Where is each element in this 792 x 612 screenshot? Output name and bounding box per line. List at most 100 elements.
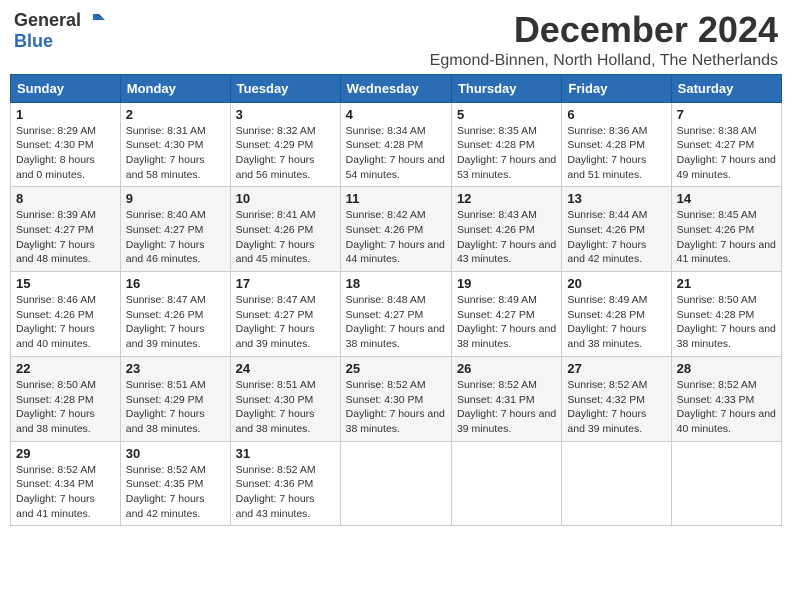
day-number: 20 xyxy=(567,276,665,291)
logo-bird-icon xyxy=(83,10,105,32)
calendar-cell: 19 Sunrise: 8:49 AM Sunset: 4:27 PM Dayl… xyxy=(451,272,561,357)
calendar-week-1: 1 Sunrise: 8:29 AM Sunset: 4:30 PM Dayli… xyxy=(11,102,782,187)
calendar-cell: 9 Sunrise: 8:40 AM Sunset: 4:27 PM Dayli… xyxy=(120,187,230,272)
subtitle: Egmond-Binnen, North Holland, The Nether… xyxy=(430,52,778,70)
day-header-thursday: Thursday xyxy=(451,74,561,102)
day-number: 2 xyxy=(126,107,225,122)
day-number: 4 xyxy=(346,107,446,122)
calendar-cell: 23 Sunrise: 8:51 AM Sunset: 4:29 PM Dayl… xyxy=(120,356,230,441)
calendar-cell: 30 Sunrise: 8:52 AM Sunset: 4:35 PM Dayl… xyxy=(120,441,230,526)
calendar-cell: 22 Sunrise: 8:50 AM Sunset: 4:28 PM Dayl… xyxy=(11,356,121,441)
calendar-week-5: 29 Sunrise: 8:52 AM Sunset: 4:34 PM Dayl… xyxy=(11,441,782,526)
logo: General Blue xyxy=(14,10,105,52)
day-info: Sunrise: 8:31 AM Sunset: 4:30 PM Dayligh… xyxy=(126,124,225,183)
day-info: Sunrise: 8:38 AM Sunset: 4:27 PM Dayligh… xyxy=(677,124,776,183)
day-number: 25 xyxy=(346,361,446,376)
day-info: Sunrise: 8:46 AM Sunset: 4:26 PM Dayligh… xyxy=(16,293,115,352)
day-info: Sunrise: 8:41 AM Sunset: 4:26 PM Dayligh… xyxy=(236,208,335,267)
day-number: 12 xyxy=(457,191,556,206)
calendar-cell: 7 Sunrise: 8:38 AM Sunset: 4:27 PM Dayli… xyxy=(671,102,781,187)
calendar-cell: 25 Sunrise: 8:52 AM Sunset: 4:30 PM Dayl… xyxy=(340,356,451,441)
calendar-cell: 21 Sunrise: 8:50 AM Sunset: 4:28 PM Dayl… xyxy=(671,272,781,357)
day-info: Sunrise: 8:32 AM Sunset: 4:29 PM Dayligh… xyxy=(236,124,335,183)
calendar-cell: 3 Sunrise: 8:32 AM Sunset: 4:29 PM Dayli… xyxy=(230,102,340,187)
day-number: 9 xyxy=(126,191,225,206)
calendar-cell: 6 Sunrise: 8:36 AM Sunset: 4:28 PM Dayli… xyxy=(562,102,671,187)
day-number: 18 xyxy=(346,276,446,291)
calendar-cell: 17 Sunrise: 8:47 AM Sunset: 4:27 PM Dayl… xyxy=(230,272,340,357)
calendar-cell: 1 Sunrise: 8:29 AM Sunset: 4:30 PM Dayli… xyxy=(11,102,121,187)
calendar-header-row: SundayMondayTuesdayWednesdayThursdayFrid… xyxy=(11,74,782,102)
calendar-cell: 4 Sunrise: 8:34 AM Sunset: 4:28 PM Dayli… xyxy=(340,102,451,187)
day-header-friday: Friday xyxy=(562,74,671,102)
day-number: 8 xyxy=(16,191,115,206)
day-header-sunday: Sunday xyxy=(11,74,121,102)
title-section: December 2024 Egmond-Binnen, North Holla… xyxy=(430,10,778,70)
day-info: Sunrise: 8:42 AM Sunset: 4:26 PM Dayligh… xyxy=(346,208,446,267)
calendar-cell: 27 Sunrise: 8:52 AM Sunset: 4:32 PM Dayl… xyxy=(562,356,671,441)
calendar-cell: 8 Sunrise: 8:39 AM Sunset: 4:27 PM Dayli… xyxy=(11,187,121,272)
calendar-cell: 2 Sunrise: 8:31 AM Sunset: 4:30 PM Dayli… xyxy=(120,102,230,187)
day-number: 3 xyxy=(236,107,335,122)
day-info: Sunrise: 8:34 AM Sunset: 4:28 PM Dayligh… xyxy=(346,124,446,183)
day-number: 19 xyxy=(457,276,556,291)
day-number: 10 xyxy=(236,191,335,206)
calendar-cell: 31 Sunrise: 8:52 AM Sunset: 4:36 PM Dayl… xyxy=(230,441,340,526)
calendar-cell: 15 Sunrise: 8:46 AM Sunset: 4:26 PM Dayl… xyxy=(11,272,121,357)
day-info: Sunrise: 8:44 AM Sunset: 4:26 PM Dayligh… xyxy=(567,208,665,267)
day-info: Sunrise: 8:52 AM Sunset: 4:31 PM Dayligh… xyxy=(457,378,556,437)
day-number: 31 xyxy=(236,446,335,461)
day-info: Sunrise: 8:49 AM Sunset: 4:27 PM Dayligh… xyxy=(457,293,556,352)
day-number: 11 xyxy=(346,191,446,206)
calendar-week-4: 22 Sunrise: 8:50 AM Sunset: 4:28 PM Dayl… xyxy=(11,356,782,441)
logo-general-text: General xyxy=(14,11,81,31)
day-number: 17 xyxy=(236,276,335,291)
day-info: Sunrise: 8:35 AM Sunset: 4:28 PM Dayligh… xyxy=(457,124,556,183)
day-info: Sunrise: 8:52 AM Sunset: 4:35 PM Dayligh… xyxy=(126,463,225,522)
calendar-cell: 18 Sunrise: 8:48 AM Sunset: 4:27 PM Dayl… xyxy=(340,272,451,357)
day-info: Sunrise: 8:52 AM Sunset: 4:30 PM Dayligh… xyxy=(346,378,446,437)
calendar-cell: 11 Sunrise: 8:42 AM Sunset: 4:26 PM Dayl… xyxy=(340,187,451,272)
day-number: 27 xyxy=(567,361,665,376)
calendar-cell: 26 Sunrise: 8:52 AM Sunset: 4:31 PM Dayl… xyxy=(451,356,561,441)
calendar-cell: 14 Sunrise: 8:45 AM Sunset: 4:26 PM Dayl… xyxy=(671,187,781,272)
day-info: Sunrise: 8:51 AM Sunset: 4:29 PM Dayligh… xyxy=(126,378,225,437)
calendar-cell: 16 Sunrise: 8:47 AM Sunset: 4:26 PM Dayl… xyxy=(120,272,230,357)
day-info: Sunrise: 8:51 AM Sunset: 4:30 PM Dayligh… xyxy=(236,378,335,437)
day-number: 13 xyxy=(567,191,665,206)
day-header-wednesday: Wednesday xyxy=(340,74,451,102)
day-header-saturday: Saturday xyxy=(671,74,781,102)
calendar-cell: 13 Sunrise: 8:44 AM Sunset: 4:26 PM Dayl… xyxy=(562,187,671,272)
day-info: Sunrise: 8:47 AM Sunset: 4:27 PM Dayligh… xyxy=(236,293,335,352)
calendar-cell: 10 Sunrise: 8:41 AM Sunset: 4:26 PM Dayl… xyxy=(230,187,340,272)
calendar-cell: 29 Sunrise: 8:52 AM Sunset: 4:34 PM Dayl… xyxy=(11,441,121,526)
calendar-table: SundayMondayTuesdayWednesdayThursdayFrid… xyxy=(10,74,782,527)
calendar-cell xyxy=(340,441,451,526)
day-info: Sunrise: 8:39 AM Sunset: 4:27 PM Dayligh… xyxy=(16,208,115,267)
day-number: 24 xyxy=(236,361,335,376)
day-info: Sunrise: 8:45 AM Sunset: 4:26 PM Dayligh… xyxy=(677,208,776,267)
day-info: Sunrise: 8:52 AM Sunset: 4:36 PM Dayligh… xyxy=(236,463,335,522)
day-number: 5 xyxy=(457,107,556,122)
calendar-week-2: 8 Sunrise: 8:39 AM Sunset: 4:27 PM Dayli… xyxy=(11,187,782,272)
day-info: Sunrise: 8:36 AM Sunset: 4:28 PM Dayligh… xyxy=(567,124,665,183)
day-info: Sunrise: 8:43 AM Sunset: 4:26 PM Dayligh… xyxy=(457,208,556,267)
day-number: 21 xyxy=(677,276,776,291)
day-info: Sunrise: 8:50 AM Sunset: 4:28 PM Dayligh… xyxy=(16,378,115,437)
day-number: 30 xyxy=(126,446,225,461)
calendar-cell xyxy=(671,441,781,526)
day-number: 22 xyxy=(16,361,115,376)
calendar-cell: 24 Sunrise: 8:51 AM Sunset: 4:30 PM Dayl… xyxy=(230,356,340,441)
month-title: December 2024 xyxy=(430,10,778,50)
calendar-cell xyxy=(562,441,671,526)
day-number: 14 xyxy=(677,191,776,206)
day-header-tuesday: Tuesday xyxy=(230,74,340,102)
calendar-cell: 20 Sunrise: 8:49 AM Sunset: 4:28 PM Dayl… xyxy=(562,272,671,357)
day-number: 1 xyxy=(16,107,115,122)
logo-blue-text: Blue xyxy=(14,32,53,52)
calendar-cell: 12 Sunrise: 8:43 AM Sunset: 4:26 PM Dayl… xyxy=(451,187,561,272)
page-header: General Blue December 2024 Egmond-Binnen… xyxy=(10,10,782,70)
day-info: Sunrise: 8:50 AM Sunset: 4:28 PM Dayligh… xyxy=(677,293,776,352)
day-header-monday: Monday xyxy=(120,74,230,102)
day-number: 23 xyxy=(126,361,225,376)
